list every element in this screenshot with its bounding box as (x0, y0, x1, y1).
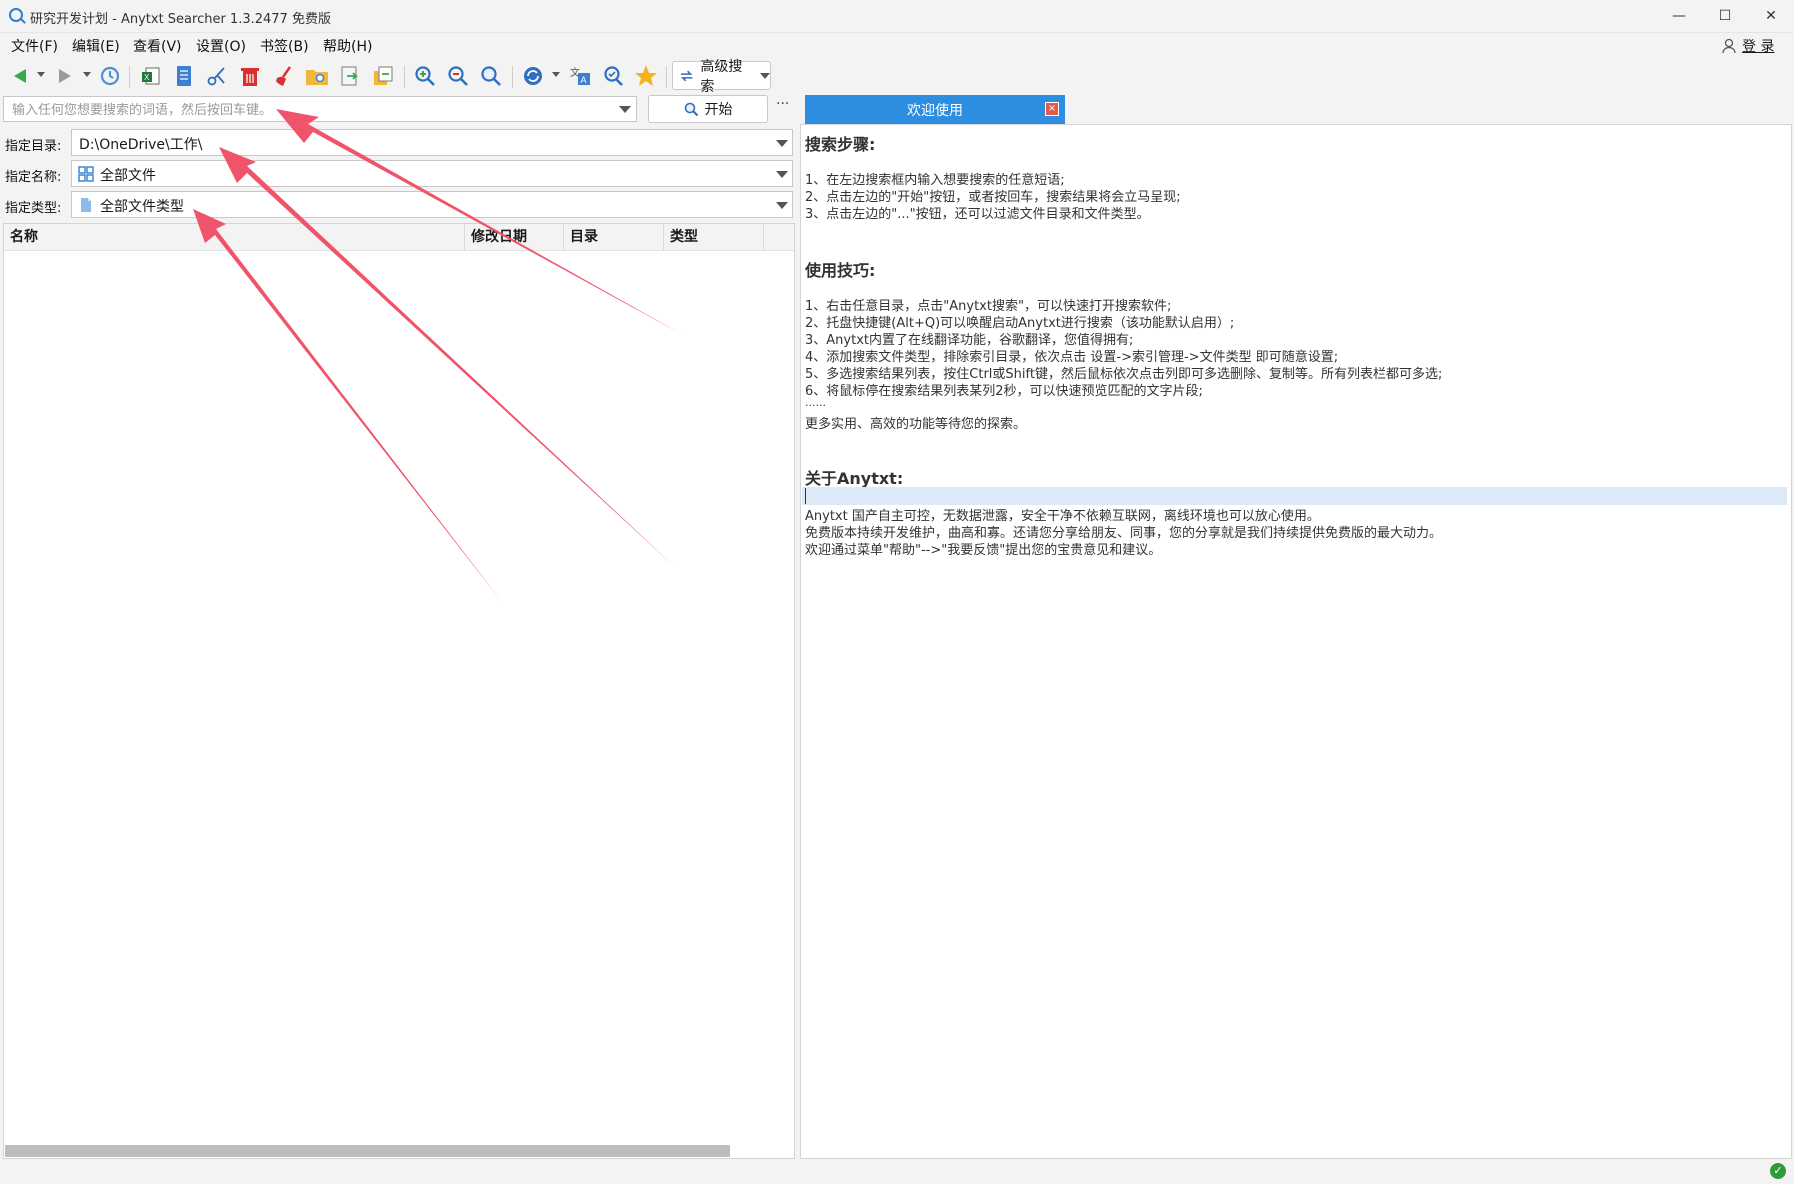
toolbar-separator (404, 66, 405, 88)
refresh-dropdown-caret[interactable] (552, 72, 560, 77)
open-folder-icon[interactable] (305, 64, 329, 88)
app-logo-icon (9, 8, 23, 22)
column-header-modified[interactable]: 修改日期 (465, 224, 564, 250)
move-to-icon[interactable] (371, 64, 395, 88)
zoom-out-icon[interactable] (446, 64, 470, 88)
maximize-button[interactable]: ☐ (1702, 0, 1748, 32)
results-header: 名称 修改日期 目录 类型 (4, 224, 794, 251)
file-icon (81, 198, 91, 212)
column-header-directory[interactable]: 目录 (564, 224, 664, 250)
toolbar-separator (666, 66, 667, 88)
toolbar: X A文 (0, 58, 1794, 94)
directory-label: 指定目录: (5, 139, 62, 154)
back-dropdown-caret[interactable] (37, 72, 45, 77)
search-zoom-icon[interactable] (479, 64, 503, 88)
chevron-down-icon[interactable] (776, 202, 788, 209)
welcome-content: 搜索步骤: 1、在左边搜索框内输入想要搜索的任意短语; 2、点击左边的"开始"按… (800, 124, 1792, 1159)
svg-text:X: X (144, 73, 150, 82)
menu-bookmarks[interactable]: 书签(B) (260, 36, 309, 56)
user-icon (1722, 38, 1736, 54)
menu-file[interactable]: 文件(F) (11, 36, 58, 56)
menu-settings[interactable]: 设置(O) (196, 36, 246, 56)
bookmark-star-icon[interactable] (634, 64, 658, 88)
search-input[interactable] (10, 99, 604, 121)
text-line: 欢迎通过菜单"帮助"-->"我要反馈"提出您的宝贵意见和建议。 (805, 543, 1162, 558)
text-caret (805, 488, 806, 504)
tab-welcome-label: 欢迎使用 (907, 102, 963, 119)
broom-icon[interactable] (272, 64, 296, 88)
search-results-list[interactable]: 名称 修改日期 目录 类型 (3, 223, 795, 1159)
toolbar-separator (129, 66, 130, 88)
text-line: ...... (805, 396, 826, 409)
translate-icon[interactable]: A文 (568, 64, 592, 88)
column-header-type[interactable]: 类型 (664, 224, 764, 250)
delete-icon[interactable] (238, 64, 262, 88)
directory-combo[interactable]: D:\OneDrive\工作\ (71, 129, 793, 156)
excel-export-icon[interactable]: X (139, 64, 163, 88)
close-tab-icon[interactable]: × (1045, 102, 1059, 116)
svg-text:A: A (581, 75, 587, 85)
horizontal-scrollbar[interactable] (5, 1145, 730, 1157)
name-filter-label: 指定名称: (5, 170, 62, 185)
start-search-label: 开始 (704, 102, 733, 118)
advanced-search-icon (680, 70, 693, 81)
menu-view[interactable]: 查看(V) (133, 36, 182, 56)
section-title-tips: 使用技巧: (805, 261, 876, 280)
chevron-down-icon (760, 72, 770, 79)
window-title: 研究开发计划 - Anytxt Searcher 1.3.2477 免费版 (30, 12, 331, 27)
forward-arrow-icon[interactable] (53, 64, 77, 88)
document-icon[interactable] (172, 64, 196, 88)
menu-bar: 文件(F) 编辑(E) 查看(V) 设置(O) 书签(B) 帮助(H) 登 录 (0, 32, 1794, 58)
find-icon[interactable] (601, 64, 625, 88)
minimize-button[interactable]: — (1656, 0, 1702, 32)
search-history-dropdown-icon[interactable] (619, 106, 631, 113)
chevron-down-icon[interactable] (776, 171, 788, 178)
tab-welcome[interactable]: 欢迎使用 × (805, 95, 1065, 124)
type-filter-combo[interactable]: 全部文件类型 (71, 191, 793, 218)
filter-options-button[interactable]: ··· (776, 96, 789, 112)
close-window-button[interactable]: ✕ (1748, 0, 1794, 32)
login-button[interactable]: 登 录 (1722, 36, 1774, 56)
menu-edit[interactable]: 编辑(E) (72, 36, 120, 56)
search-box (3, 96, 637, 122)
grid-icon (78, 166, 94, 182)
type-filter-label: 指定类型: (5, 201, 62, 216)
directory-value: D:\OneDrive\工作\ (79, 137, 203, 153)
history-icon[interactable] (98, 64, 122, 88)
advanced-search-label: 高级搜索 (700, 58, 743, 95)
text-line: 更多实用、高效的功能等待您的探索。 (805, 417, 1027, 432)
start-search-button[interactable]: 开始 (648, 95, 768, 123)
status-ok-icon: ✓ (1770, 1163, 1786, 1179)
column-header-name[interactable]: 名称 (4, 224, 465, 250)
section-title-search-steps: 搜索步骤: (805, 135, 876, 154)
login-label: 登 录 (1742, 39, 1775, 55)
zoom-in-icon[interactable] (413, 64, 437, 88)
current-line-highlight (802, 487, 1787, 505)
back-arrow-icon[interactable] (8, 64, 32, 88)
chevron-down-icon[interactable] (776, 140, 788, 147)
advanced-search-button[interactable]: 高级搜索 (672, 59, 771, 95)
forward-dropdown-caret[interactable] (83, 72, 91, 77)
text-line: 3、点击左边的"..."按钮，还可以过滤文件目录和文件类型。 (805, 207, 1150, 222)
refresh-icon[interactable] (521, 64, 545, 88)
svg-text:文: 文 (570, 66, 580, 79)
title-bar: 研究开发计划 - Anytxt Searcher 1.3.2477 免费版 — … (0, 0, 1794, 33)
menu-help[interactable]: 帮助(H) (323, 36, 372, 56)
text-line: 6、将鼠标停在搜索结果列表某列2秒，可以快速预览匹配的文字片段; (805, 384, 1203, 399)
name-filter-combo[interactable]: 全部文件 (71, 160, 793, 187)
type-filter-value: 全部文件类型 (100, 199, 184, 215)
name-filter-value: 全部文件 (100, 168, 156, 184)
search-icon (684, 102, 698, 116)
section-title-about: 关于Anytxt: (805, 469, 904, 488)
toolbar-separator (512, 66, 513, 88)
copy-to-icon[interactable] (338, 64, 362, 88)
cut-icon[interactable] (205, 64, 229, 88)
